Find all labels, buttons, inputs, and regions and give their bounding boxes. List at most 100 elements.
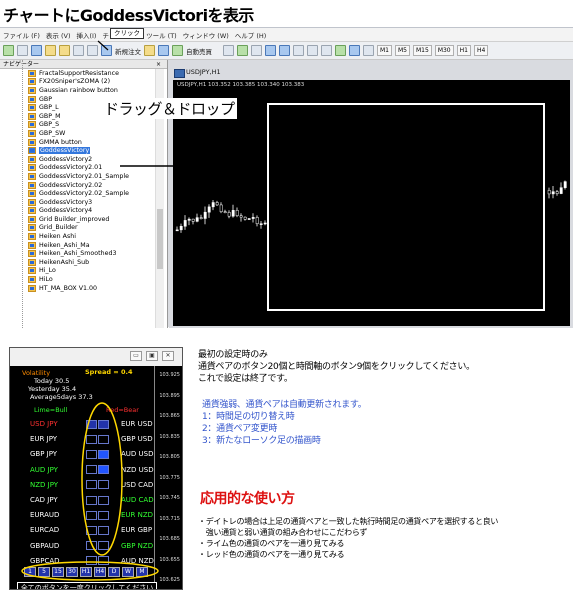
navigator-item-label: FractalSupportResistance [39, 69, 119, 77]
navigator-item[interactable]: FX20Sniper'sZOMA (2) [0, 78, 167, 87]
indicator-icon [28, 198, 36, 206]
chart-ohlc-info: USDJPY,H1 103.352 103.385 103.340 103.38… [177, 82, 305, 88]
timeframe-m5[interactable]: M5 [395, 45, 410, 56]
profiles-icon[interactable] [17, 45, 28, 56]
timeframe-h4[interactable]: H4 [473, 45, 489, 56]
advanced-tip-3: ・レッド色の通貨のペアを一通り見てみる [198, 550, 345, 559]
tooltip-pointer-icon [97, 40, 109, 51]
timeframe-m30[interactable]: M30 [434, 45, 454, 56]
navigator-item[interactable]: GoddessVictory4 [0, 207, 167, 216]
indicator-icon [28, 95, 36, 103]
timeframe-h1[interactable]: H1 [456, 45, 471, 56]
navigator-item-label: GoddessVictory2.02_Sample [39, 190, 129, 198]
chat-icon[interactable] [158, 45, 169, 56]
navigator-item-label: Grid Builder_improved [39, 215, 110, 223]
line-chart-icon[interactable] [251, 45, 262, 56]
close-icon[interactable]: × [156, 60, 161, 69]
advanced-tip-1b: 強い通貨と弱い通貨の組み合わせにこだわらず [198, 528, 368, 537]
navigator-item[interactable]: GoddessVictory2.02 [0, 181, 167, 190]
navigator-item[interactable]: GBP_SW [0, 129, 167, 138]
navigator-item[interactable]: GoddessVictory2.02_Sample [0, 189, 167, 198]
menu-tools[interactable]: ツール (T) [146, 30, 177, 40]
timeframe-m1[interactable]: M1 [377, 45, 392, 56]
candle-body [211, 202, 215, 208]
navigator-item-label: Heiken_Ashi_Smoothed3 [39, 250, 117, 258]
navigator-icon[interactable] [59, 45, 70, 56]
instruction-line2: 通貨ペアのボタン20個と時間軸のボタン9個をクリックしてください。 [198, 362, 475, 372]
drag-drop-label: ドラッグ＆ドロップ [102, 98, 237, 119]
tile-windows-icon[interactable] [293, 45, 304, 56]
navigator-item[interactable]: HeikenAshi_Sub [0, 258, 167, 267]
menu-file[interactable]: ファイル (F) [3, 30, 40, 40]
metaeditor-icon[interactable] [144, 45, 155, 56]
navigator-item[interactable]: FractalSupportResistance [0, 69, 167, 78]
candle-body [231, 210, 235, 217]
navigator-item[interactable]: GMMA button [0, 138, 167, 147]
bar-chart-icon[interactable] [223, 45, 234, 56]
update-case-3: 3：新たなローソク足の描画時 [202, 436, 321, 446]
autoscroll-icon[interactable] [307, 45, 318, 56]
navigator-item-label: GoddessVictory2.02 [39, 181, 103, 189]
instruction-line1: 最初の設定時のみ [198, 350, 268, 360]
candle-body [239, 215, 243, 218]
navigator-item[interactable]: GoddessVictory [0, 146, 167, 155]
chart-shift-icon[interactable] [321, 45, 332, 56]
menu-bar: ファイル (F) 表示 (V) 挿入(I) チャート (C) ツール (T) ウ… [0, 28, 573, 42]
new-chart-icon[interactable] [3, 45, 14, 56]
candle-body [235, 210, 239, 216]
navigator-item[interactable]: Heiken Ashi [0, 232, 167, 241]
candle-body [219, 204, 223, 212]
terminal-icon[interactable] [73, 45, 84, 56]
templates-icon[interactable] [363, 45, 374, 56]
indicators-icon[interactable] [335, 45, 346, 56]
menu-window[interactable]: ウィンドウ (W) [183, 30, 229, 40]
navigator-item-label: Grid_Builder [39, 224, 78, 232]
navigator-item[interactable]: Hi_Lo [0, 267, 167, 276]
navigator-item[interactable]: Gaussian rainbow button [0, 86, 167, 95]
candlestick-icon[interactable] [237, 45, 248, 56]
drag-arrow-icon [120, 159, 252, 173]
market-watch-icon[interactable] [31, 45, 42, 56]
navigator-header: ナビゲーター × [0, 60, 167, 69]
scrollbar-thumb[interactable] [157, 209, 163, 269]
navigator-item-label: GMMA button [39, 138, 82, 146]
chart-window-title[interactable]: USDJPY,H1 [172, 68, 221, 78]
auto-trading-button[interactable]: 自動売買 [186, 46, 212, 56]
indicator-icon [28, 129, 36, 137]
periods-icon[interactable] [349, 45, 360, 56]
candle-body [563, 181, 567, 188]
navigator-item-label: Heiken Ashi [39, 233, 76, 241]
navigator-item[interactable]: Grid_Builder [0, 224, 167, 233]
indicator-icon [28, 112, 36, 120]
navigator-item-label: GBP_S [39, 121, 60, 129]
indicator-icon [28, 121, 36, 129]
menu-help[interactable]: ヘルプ (H) [235, 30, 267, 40]
navigator-item[interactable]: GoddessVictory3 [0, 198, 167, 207]
indicator-icon [28, 190, 36, 198]
navigator-item-label: FX20Sniper'sZOMA (2) [39, 78, 111, 86]
zoom-in-icon[interactable] [265, 45, 276, 56]
advanced-tip-2: ・ライム色の通貨のペアを一通り見てみる [198, 539, 345, 548]
new-order-button[interactable]: 新規注文 [115, 46, 141, 56]
highlight-ellipses [21, 402, 159, 581]
navigator-item[interactable]: Grid Builder_improved [0, 215, 167, 224]
indicator-icon [28, 258, 36, 266]
navigator-item[interactable]: Heiken_Ashi_Smoothed3 [0, 249, 167, 258]
zoom-out-icon[interactable] [279, 45, 290, 56]
navigator-item-label: GoddessVictory2.01 [39, 164, 103, 172]
navigator-item[interactable]: HiLo [0, 275, 167, 284]
candle-body [207, 206, 211, 213]
toolbar: 新規注文 自動売買 M1 M5 M15 M30 H1 H4 [0, 42, 573, 60]
data-window-icon[interactable] [45, 45, 56, 56]
navigator-item[interactable]: GBP_S [0, 121, 167, 130]
candle-body [259, 223, 263, 225]
navigator-item[interactable]: HT_MA_BOX V1.00 [0, 284, 167, 293]
indicator-icon [28, 181, 36, 189]
candle-body [227, 212, 231, 217]
menu-view[interactable]: 表示 (V) [46, 30, 71, 40]
navigator-item[interactable]: Heiken_Ashi_Ma [0, 241, 167, 250]
menu-insert[interactable]: 挿入(I) [76, 30, 96, 40]
drop-target-area[interactable] [267, 103, 545, 311]
candle-body [255, 217, 259, 224]
timeframe-m15[interactable]: M15 [413, 45, 432, 56]
